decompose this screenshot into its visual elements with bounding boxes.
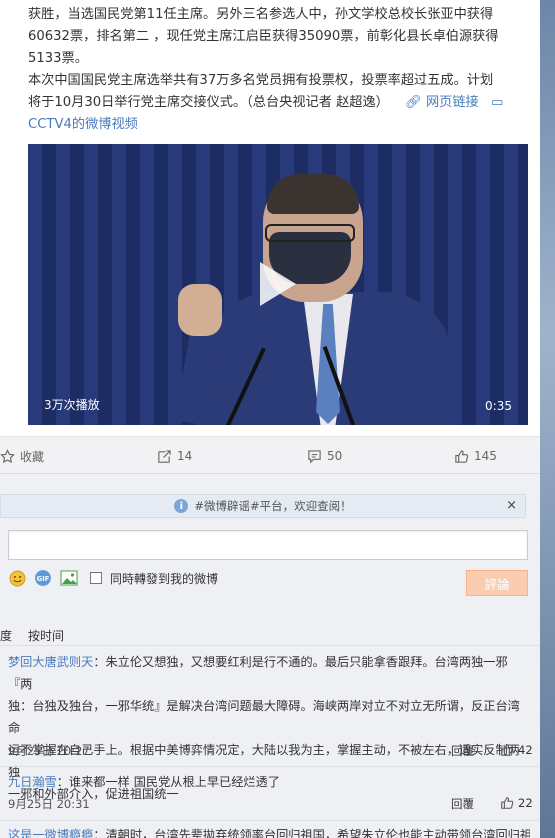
comment-input[interactable] (8, 530, 528, 560)
comment-like-count: 22 (518, 796, 533, 810)
comment-item: 这是一微博瘾瘾：清朝时，台湾先辈拋弃统领率台回归祖国，希望朱立伦也能主动带领台湾… (8, 824, 530, 838)
thumbs-up-icon (501, 744, 514, 756)
divider (0, 820, 540, 821)
web-page-link[interactable]: 🔗︎ 网页链接 (405, 95, 483, 110)
repost-icon (158, 449, 171, 463)
gif-icon[interactable]: GIF (34, 569, 52, 587)
page-background (540, 0, 555, 838)
post-line: 60632票，排名第二 ，现任党主席江启臣获得35090票，前彰化县长卓伯源获得 (28, 29, 499, 44)
comment-like-button[interactable]: 42 (500, 743, 533, 757)
favorite-label: 收藏 (20, 449, 45, 464)
comment-item: 九日瀚雪：谁来都一样 国民党从根上早已经烂透了 (8, 771, 530, 793)
star-icon (0, 448, 15, 463)
post-action-bar: 收藏 14 50 145 (0, 436, 540, 474)
weibo-post-card: 获胜，当选国民党第11任主席。另外三名参选人中，孙文学校总校长张亚中获得 606… (0, 0, 540, 436)
post-line-text: 将于10月30日举行党主席交接仪式。（总台央视记者 赵超逸） (28, 95, 389, 110)
emoji-icon[interactable] (8, 569, 26, 587)
video-player[interactable]: 3万次播放 0:35 (28, 144, 528, 425)
comment-text: 独：台独及独台，一邪华统』是解决台湾问题最大障碍。海峡两岸对立不对立无所谓，反正… (8, 699, 520, 735)
comment-meta: 9月25日 20:27 回覆 42 (8, 743, 533, 763)
video-frame-speaker (174, 174, 453, 425)
favorite-button[interactable]: 收藏 (0, 437, 44, 475)
comment-like-button[interactable]: 22 (500, 796, 533, 810)
close-icon[interactable]: × (506, 498, 517, 513)
comment-text: ：谁来都一样 国民党从根上早已经烂透了 (56, 775, 280, 789)
comment-time: 9月25日 20:31 (8, 797, 90, 811)
notice-text[interactable]: #微博辟谣#平台，欢迎查阅！ (194, 498, 351, 514)
post-body: 获胜，当选国民党第11任主席。另外三名参选人中，孙文学校总校长张亚中获得 606… (28, 4, 538, 136)
comment-username[interactable]: 梦回大唐武则天 (8, 655, 93, 669)
submit-comment-button[interactable]: 評論 (466, 570, 528, 596)
repost-count: 14 (177, 449, 193, 463)
like-button[interactable]: 145 (454, 437, 497, 475)
like-count: 145 (474, 449, 497, 463)
post-line: 5133票。 (28, 51, 88, 66)
rumor-notice-bar: i #微博辟谣#平台，欢迎查阅！ × (0, 494, 526, 518)
comment-text: ：清朝时，台湾先辈拋弃统领率台回归祖国，希望朱立伦也能主动带领台湾回归祖 (93, 828, 530, 838)
comment-username[interactable]: 九日瀚雪 (8, 775, 57, 789)
reply-button[interactable]: 回覆 (451, 796, 474, 812)
post-line: 将于10月30日举行党主席交接仪式。（总台央视记者 赵超逸） 🔗︎ 网页链接 ▭ (28, 92, 538, 114)
thumbs-up-icon (455, 449, 469, 463)
comment-icon (308, 449, 321, 463)
comment-sort-tabs: 度 按时间 (0, 627, 64, 644)
also-repost-checkbox[interactable] (90, 572, 102, 584)
divider (0, 645, 540, 646)
play-icon[interactable] (260, 262, 296, 306)
comment-time: 9月25日 20:27 (8, 744, 90, 758)
post-line: 获胜，当选国民党第11任主席。另外三名参选人中，孙文学校总校长张亚中获得 (28, 7, 494, 22)
video-source-link[interactable]: CCTV4的微博视频 (28, 117, 138, 132)
video-play-count: 3万次播放 (44, 398, 100, 412)
info-icon: i (174, 499, 189, 513)
post-line: 本次中国国民党主席选举共有37万多名党员拥有投票权，投票率超过五成。计划 (28, 73, 494, 88)
comment-like-count: 42 (518, 743, 533, 757)
comment-meta: 9月25日 20:31 回覆 22 (8, 796, 533, 816)
sort-tab-hot[interactable]: 度 (0, 627, 12, 644)
video-duration: 0:35 (485, 399, 512, 413)
comment-button[interactable]: 50 (307, 437, 342, 475)
composer-toolbar: GIF 同時轉發到我的微博 (8, 568, 218, 588)
comment-username[interactable]: 这是一微博瘾瘾 (8, 828, 93, 838)
reply-button[interactable]: 回覆 (451, 743, 474, 759)
video-link-icon: ▭ (490, 95, 504, 110)
divider (0, 766, 540, 767)
web-page-link-label: 网页链接 (426, 95, 479, 110)
link-icon: 🔗︎ (405, 95, 422, 110)
comment-count: 50 (327, 449, 343, 463)
also-repost-label: 同時轉發到我的微博 (110, 571, 219, 586)
image-icon[interactable] (60, 569, 78, 587)
thumbs-up-icon (501, 797, 514, 809)
sort-tab-by-time[interactable]: 按时间 (28, 627, 64, 644)
repost-button[interactable]: 14 (157, 437, 192, 475)
svg-text:GIF: GIF (37, 575, 50, 583)
